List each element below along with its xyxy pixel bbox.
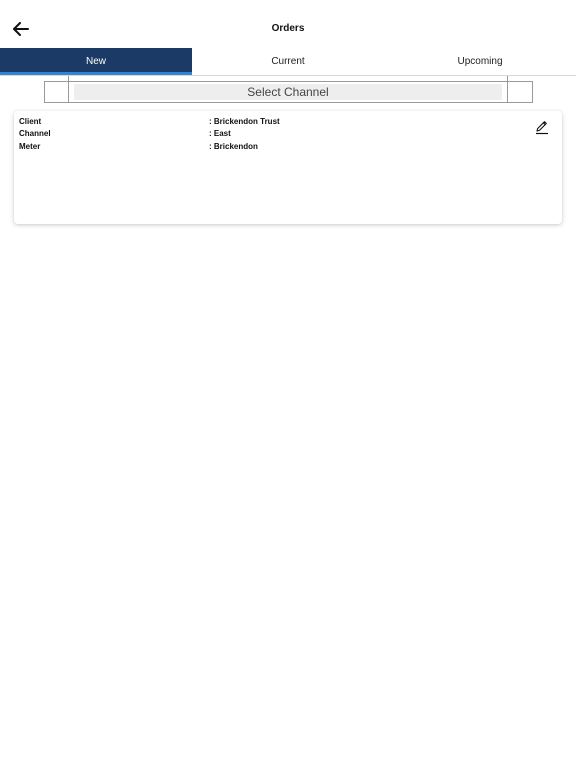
channel-prev-button[interactable] bbox=[45, 82, 69, 102]
pencil-icon bbox=[536, 121, 548, 135]
order-card[interactable]: Client : Brickendon Trust Channel : East… bbox=[14, 111, 562, 224]
tab-upcoming[interactable]: Upcoming bbox=[384, 48, 576, 75]
channel-next-button[interactable] bbox=[507, 82, 532, 102]
order-field-row: Client : Brickendon Trust bbox=[19, 117, 539, 129]
field-label: Channel bbox=[19, 129, 51, 138]
order-field-row: Meter : Brickendon bbox=[19, 142, 539, 154]
tab-new[interactable]: New bbox=[0, 48, 192, 75]
field-label: Meter bbox=[19, 142, 41, 151]
edit-button[interactable] bbox=[534, 119, 550, 135]
page-title: Orders bbox=[271, 23, 305, 34]
channel-selector-row: Select Channel bbox=[44, 81, 533, 103]
tab-current[interactable]: Current bbox=[192, 48, 384, 75]
order-field-row: Channel : East bbox=[19, 129, 539, 141]
app-header: Orders bbox=[0, 0, 576, 48]
select-channel-dropdown[interactable]: Select Channel bbox=[74, 84, 502, 100]
field-label: Client bbox=[19, 117, 42, 126]
field-value: : East bbox=[209, 129, 231, 138]
field-value: : Brickendon Trust bbox=[209, 117, 280, 126]
channel-select-wrapper: Select Channel bbox=[69, 82, 507, 102]
field-value: : Brickendon bbox=[209, 142, 258, 151]
tab-bar: New Current Upcoming bbox=[0, 48, 576, 76]
